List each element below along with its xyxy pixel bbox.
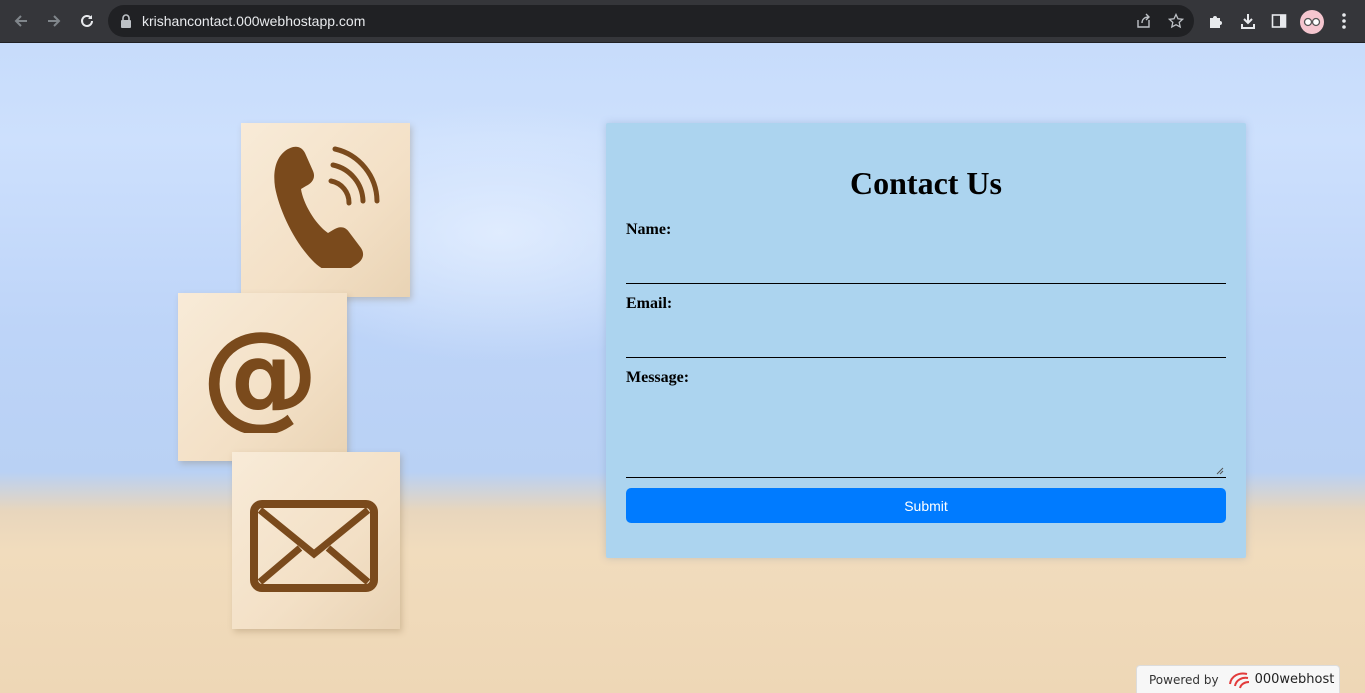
profile-avatar[interactable] (1300, 10, 1324, 34)
name-label: Name: (626, 221, 672, 238)
name-input[interactable] (626, 248, 1226, 284)
extensions-icon[interactable] (1205, 10, 1227, 32)
message-label: Message: (626, 369, 690, 386)
resize-grip-icon[interactable] (1216, 467, 1224, 475)
contact-form-card: Contact Us Name: Email: Message: Submit (606, 123, 1246, 558)
forward-icon[interactable] (42, 9, 66, 33)
at-sign-icon: @ (208, 323, 318, 433)
email-label: Email: (626, 295, 673, 312)
url-host: krishancontact.000webhostapp.com (142, 13, 366, 29)
star-icon[interactable] (1166, 11, 1186, 31)
svg-text:@: @ (208, 323, 318, 433)
email-input[interactable] (626, 322, 1226, 358)
phone-block (241, 123, 410, 297)
at-sign-block: @ (178, 293, 347, 461)
phone-icon (274, 146, 380, 268)
powered-by-brand: 000webhost (1254, 672, 1335, 687)
reload-icon[interactable] (75, 9, 99, 33)
browser-toolbar: krishancontact.000webhostapp.com (0, 0, 1365, 43)
back-icon[interactable] (9, 9, 33, 33)
lock-icon[interactable] (116, 11, 136, 31)
message-textarea[interactable] (626, 396, 1226, 478)
form-title: Contact Us (850, 165, 1002, 201)
envelope-block (232, 452, 400, 629)
kebab-menu-icon[interactable] (1333, 10, 1355, 32)
address-bar[interactable]: krishancontact.000webhostapp.com (108, 5, 1194, 37)
submit-button[interactable]: Submit (626, 488, 1226, 523)
webhost-logo-icon (1228, 672, 1249, 688)
powered-by-text: Powered by (1149, 672, 1219, 687)
sidebar-icon[interactable] (1268, 10, 1290, 32)
share-icon[interactable] (1134, 11, 1154, 31)
download-icon[interactable] (1237, 10, 1259, 32)
url-text[interactable]: krishancontact.000webhostapp.com (142, 13, 365, 29)
powered-by-badge[interactable]: Powered by 000webhost (1136, 665, 1340, 693)
envelope-icon (250, 500, 378, 592)
page-viewport: @ Contact Us Name: Email: Message: Submi… (0, 43, 1365, 693)
